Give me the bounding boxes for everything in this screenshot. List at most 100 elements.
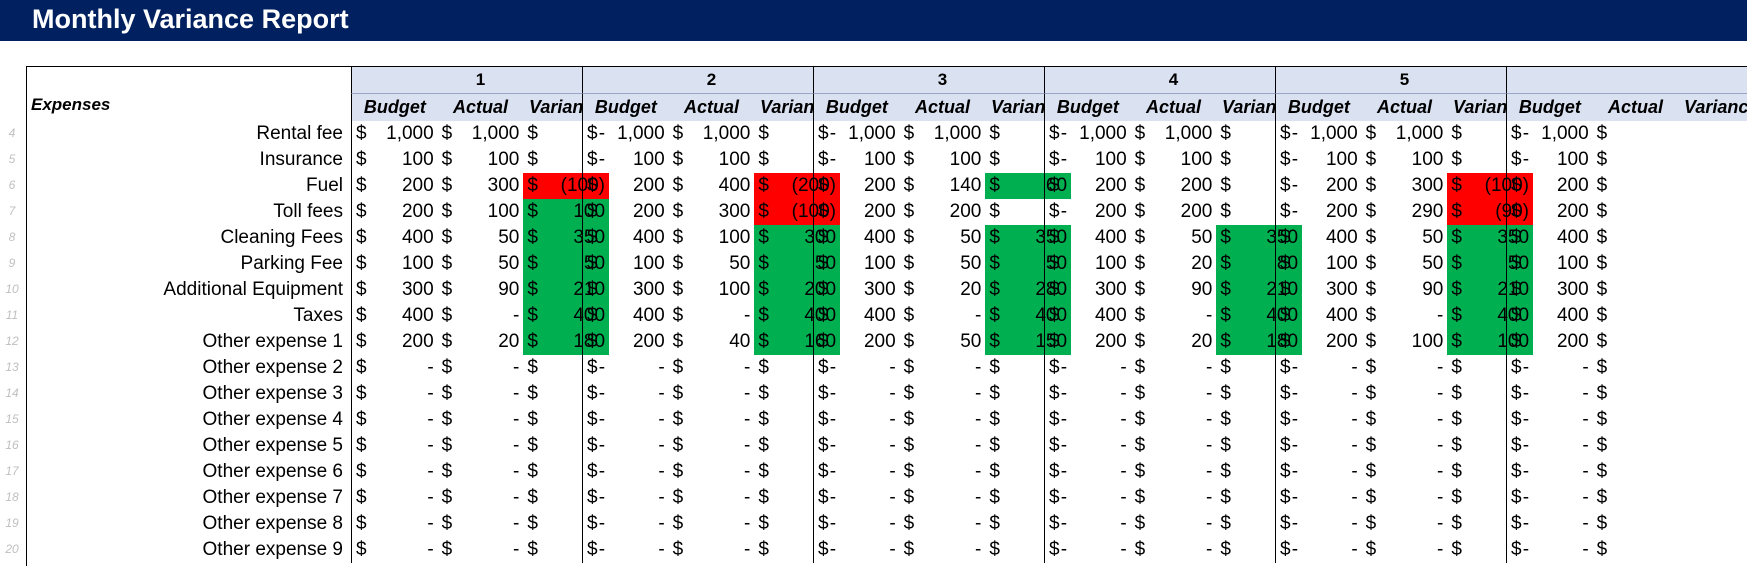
budget-cell[interactable]: $ -: [814, 433, 900, 459]
variance-cell[interactable]: [1678, 173, 1747, 199]
actual-cell[interactable]: $ -: [438, 537, 524, 563]
budget-cell[interactable]: $ -: [1045, 537, 1131, 563]
actual-cell[interactable]: $ -: [900, 511, 986, 537]
budget-cell[interactable]: $200: [352, 329, 438, 355]
expense-label[interactable]: Additional Equipment: [27, 277, 349, 303]
actual-cell[interactable]: $ -: [438, 303, 524, 329]
budget-cell[interactable]: $100: [1507, 251, 1593, 277]
actual-cell[interactable]: $ -: [1131, 381, 1217, 407]
budget-cell[interactable]: $ -: [352, 485, 438, 511]
budget-cell[interactable]: $400: [814, 303, 900, 329]
budget-cell[interactable]: $ -: [1045, 381, 1131, 407]
budget-cell[interactable]: $200: [1507, 329, 1593, 355]
actual-cell[interactable]: $ -: [1362, 381, 1448, 407]
budget-cell[interactable]: $200: [352, 199, 438, 225]
budget-cell[interactable]: $ -: [1276, 485, 1362, 511]
actual-cell[interactable]: $: [1593, 329, 1679, 355]
actual-cell[interactable]: $: [1593, 537, 1679, 563]
budget-cell[interactable]: $1,000: [583, 121, 669, 147]
budget-cell[interactable]: $400: [1276, 225, 1362, 251]
budget-cell[interactable]: $100: [1507, 147, 1593, 173]
budget-cell[interactable]: $ -: [1045, 433, 1131, 459]
budget-cell[interactable]: $1,000: [814, 121, 900, 147]
actual-cell[interactable]: $ -: [900, 537, 986, 563]
actual-cell[interactable]: $50: [1362, 251, 1448, 277]
budget-cell[interactable]: $ -: [1507, 381, 1593, 407]
variance-cell[interactable]: [1678, 199, 1747, 225]
actual-cell[interactable]: $: [1593, 173, 1679, 199]
actual-cell[interactable]: $ -: [1362, 537, 1448, 563]
actual-cell[interactable]: $100: [438, 199, 524, 225]
budget-cell[interactable]: $ -: [583, 381, 669, 407]
actual-cell[interactable]: $ -: [1362, 303, 1448, 329]
budget-cell[interactable]: $400: [1276, 303, 1362, 329]
budget-cell[interactable]: $ -: [1276, 537, 1362, 563]
budget-cell[interactable]: $200: [1276, 173, 1362, 199]
budget-cell[interactable]: $400: [1045, 303, 1131, 329]
expense-label[interactable]: Other expense 7: [27, 485, 349, 511]
budget-cell[interactable]: $ -: [583, 355, 669, 381]
actual-cell[interactable]: $: [1593, 303, 1679, 329]
budget-cell[interactable]: $ -: [814, 485, 900, 511]
budget-cell[interactable]: $ -: [1276, 459, 1362, 485]
budget-cell[interactable]: $ -: [1507, 511, 1593, 537]
budget-cell[interactable]: $200: [1507, 199, 1593, 225]
budget-cell[interactable]: $ -: [814, 381, 900, 407]
expense-label[interactable]: Cleaning Fees: [27, 225, 349, 251]
variance-cell[interactable]: [1678, 251, 1747, 277]
budget-cell[interactable]: $200: [583, 199, 669, 225]
actual-cell[interactable]: $400: [669, 173, 755, 199]
budget-cell[interactable]: $400: [1507, 303, 1593, 329]
actual-cell[interactable]: $1,000: [1362, 121, 1448, 147]
actual-cell[interactable]: $300: [1362, 173, 1448, 199]
budget-cell[interactable]: $ -: [1276, 433, 1362, 459]
budget-cell[interactable]: $200: [352, 173, 438, 199]
actual-cell[interactable]: $200: [900, 199, 986, 225]
actual-cell[interactable]: $100: [1362, 147, 1448, 173]
actual-cell[interactable]: $ -: [438, 355, 524, 381]
actual-cell[interactable]: $ -: [1131, 303, 1217, 329]
budget-cell[interactable]: $ -: [352, 407, 438, 433]
actual-cell[interactable]: $50: [900, 251, 986, 277]
actual-cell[interactable]: $50: [438, 225, 524, 251]
actual-cell[interactable]: $ -: [669, 485, 755, 511]
actual-cell[interactable]: $100: [900, 147, 986, 173]
actual-cell[interactable]: $200: [1131, 199, 1217, 225]
budget-cell[interactable]: $100: [352, 251, 438, 277]
actual-cell[interactable]: $50: [1131, 225, 1217, 251]
actual-cell[interactable]: $: [1593, 121, 1679, 147]
budget-cell[interactable]: $300: [1276, 277, 1362, 303]
actual-cell[interactable]: $ -: [1362, 485, 1448, 511]
actual-cell[interactable]: $ -: [669, 355, 755, 381]
budget-cell[interactable]: $ -: [352, 381, 438, 407]
budget-cell[interactable]: $300: [1045, 277, 1131, 303]
budget-cell[interactable]: $ -: [1507, 485, 1593, 511]
actual-cell[interactable]: $ -: [1131, 433, 1217, 459]
actual-cell[interactable]: $ -: [1362, 407, 1448, 433]
budget-cell[interactable]: $1,000: [352, 121, 438, 147]
actual-cell[interactable]: $: [1593, 433, 1679, 459]
expense-label[interactable]: Other expense 9: [27, 537, 349, 563]
actual-cell[interactable]: $: [1593, 485, 1679, 511]
expense-label[interactable]: Other expense 8: [27, 511, 349, 537]
actual-cell[interactable]: $ -: [438, 407, 524, 433]
budget-cell[interactable]: $300: [583, 277, 669, 303]
actual-cell[interactable]: $ -: [438, 381, 524, 407]
budget-cell[interactable]: $100: [814, 147, 900, 173]
expense-label[interactable]: Other expense 6: [27, 459, 349, 485]
actual-cell[interactable]: $ -: [1362, 433, 1448, 459]
actual-cell[interactable]: $40: [669, 329, 755, 355]
variance-cell[interactable]: [1678, 407, 1747, 433]
actual-cell[interactable]: $ -: [900, 303, 986, 329]
budget-cell[interactable]: $1,000: [1045, 121, 1131, 147]
budget-cell[interactable]: $200: [1507, 173, 1593, 199]
actual-cell[interactable]: $ -: [900, 459, 986, 485]
budget-cell[interactable]: $ -: [352, 511, 438, 537]
budget-cell[interactable]: $300: [352, 277, 438, 303]
expense-label[interactable]: Other expense 2: [27, 355, 349, 381]
variance-cell[interactable]: [1678, 537, 1747, 563]
budget-cell[interactable]: $ -: [1045, 459, 1131, 485]
budget-cell[interactable]: $200: [814, 329, 900, 355]
variance-cell[interactable]: [1678, 303, 1747, 329]
actual-cell[interactable]: $ -: [900, 433, 986, 459]
